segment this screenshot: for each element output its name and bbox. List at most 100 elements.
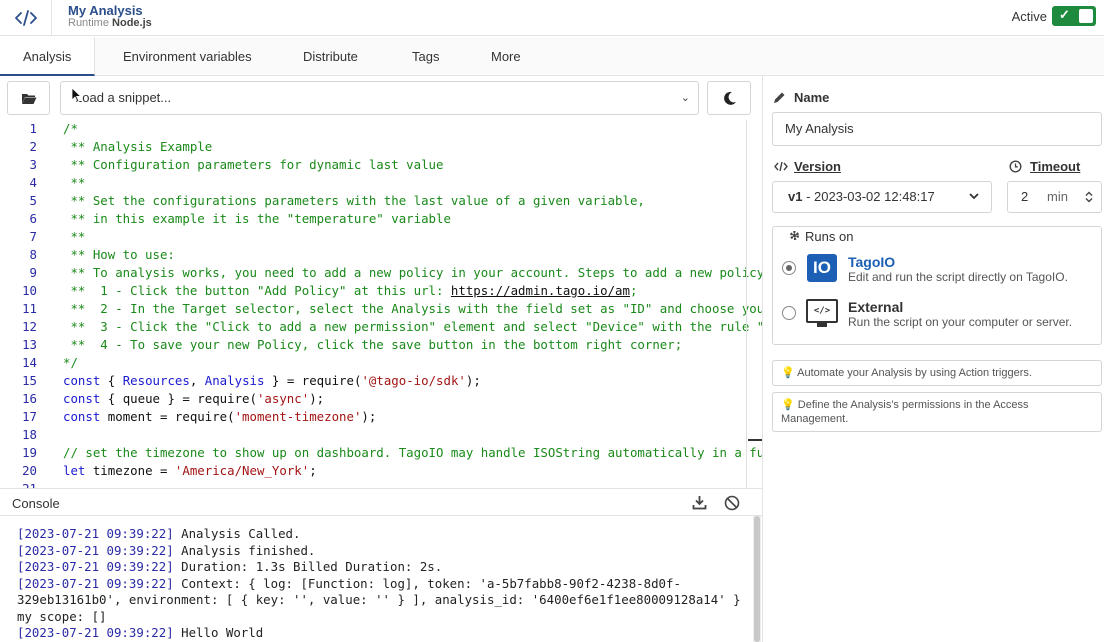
tab-distribute[interactable]: Distribute bbox=[280, 37, 381, 76]
code-line[interactable]: 12 ** 3 - Click the "Click to add a new … bbox=[0, 318, 762, 336]
code-line[interactable]: 9 ** To analysis works, you need to add … bbox=[0, 264, 762, 282]
runtime-label: Runtime bbox=[68, 17, 109, 29]
code-line[interactable]: 16 const { queue } = require('async'); bbox=[0, 390, 762, 408]
code-line[interactable]: 11 ** 2 - In the Target selector, select… bbox=[0, 300, 762, 318]
code-token: let bbox=[63, 463, 86, 478]
code-token: moment = require( bbox=[100, 409, 235, 424]
line-number: 10 bbox=[22, 283, 37, 298]
clock-icon bbox=[1009, 160, 1022, 173]
snippet-select[interactable]: Load a snippet... ⌄ bbox=[60, 81, 699, 115]
code-token: 'async' bbox=[256, 391, 310, 406]
tab-more[interactable]: More bbox=[468, 37, 544, 76]
line-number: 15 bbox=[22, 373, 37, 388]
code-token: ** Set the configurations parameters wit… bbox=[63, 193, 645, 208]
code-token: } = require( bbox=[264, 373, 362, 388]
code-line[interactable]: 6 ** in this example it is the "temperat… bbox=[0, 210, 762, 228]
console-line: [2023-07-21 09:39:22] Duration: 1.3s Bil… bbox=[17, 559, 752, 576]
hint-action-triggers[interactable]: 💡 Automate your Analysis by using Action… bbox=[772, 360, 1102, 386]
option-tagoio-title[interactable]: TagoIO bbox=[848, 254, 895, 270]
radio-external[interactable] bbox=[782, 306, 796, 320]
line-number: 12 bbox=[22, 319, 37, 334]
code-line[interactable]: 3 ** Configuration parameters for dynami… bbox=[0, 156, 762, 174]
code-icon[interactable] bbox=[0, 0, 52, 36]
code-token: ); bbox=[465, 373, 481, 388]
code-line[interactable]: 7 ** bbox=[0, 228, 762, 246]
code-line[interactable]: 1 /* bbox=[0, 120, 762, 138]
code-token[interactable]: https://admin.tago.io/am bbox=[451, 283, 630, 298]
console-line: [2023-07-21 09:39:22] Analysis finished. bbox=[17, 543, 752, 560]
code-token: '@tago-io/sdk' bbox=[361, 373, 466, 388]
code-line[interactable]: 19 // set the timezone to show up on dash… bbox=[0, 444, 762, 462]
app-header: My Analysis Runtime Node.js Active ✓ bbox=[0, 0, 1104, 36]
code-token: ; bbox=[629, 283, 638, 298]
editor-ruler bbox=[746, 120, 747, 488]
download-icon[interactable] bbox=[692, 495, 707, 510]
line-number: 5 bbox=[29, 193, 37, 208]
stepper-icon[interactable] bbox=[1085, 191, 1093, 203]
code-line[interactable]: 21 bbox=[0, 480, 762, 488]
tab-tags[interactable]: Tags bbox=[389, 37, 462, 76]
console-text: 329eb13161b0', environment: [ { key: '',… bbox=[17, 592, 741, 607]
name-label: Name bbox=[794, 90, 830, 105]
code-token: ; bbox=[309, 463, 317, 478]
clear-console-icon[interactable] bbox=[724, 495, 740, 511]
panel-divider[interactable] bbox=[762, 76, 763, 642]
code-line[interactable]: 5 ** Set the configurations parameters w… bbox=[0, 192, 762, 210]
hint-access-management[interactable]: 💡 Define the Analysis's permissions in t… bbox=[772, 392, 1102, 432]
option-external-title[interactable]: External bbox=[848, 299, 903, 315]
code-token: ** 1 - Click the button "Add Policy" at … bbox=[63, 283, 451, 298]
code-line[interactable]: 18 bbox=[0, 426, 762, 444]
code-line[interactable]: 15 const { Resources, Analysis } = requir… bbox=[0, 372, 762, 390]
code-line[interactable]: 4 ** bbox=[0, 174, 762, 192]
code-line[interactable]: 10 ** 1 - Click the button "Add Policy" … bbox=[0, 282, 762, 300]
code-line[interactable]: 8 ** How to use: bbox=[0, 246, 762, 264]
code-token: 'moment-timezone' bbox=[234, 409, 362, 424]
code-token: ** bbox=[63, 175, 86, 190]
code-token: ** 4 - To save your new Policy, click th… bbox=[63, 337, 683, 352]
hint-action-triggers-text: Automate your Analysis by using Action t… bbox=[797, 367, 1032, 379]
name-input[interactable]: My Analysis bbox=[772, 112, 1102, 146]
code-token: Analysis bbox=[204, 373, 265, 388]
code-line[interactable]: 13 ** 4 - To save your new Policy, click… bbox=[0, 336, 762, 354]
active-label: Active bbox=[1011, 9, 1047, 24]
code-token: const bbox=[63, 373, 101, 388]
console-scrollbar[interactable] bbox=[753, 516, 761, 642]
line-number: 3 bbox=[29, 157, 37, 172]
theme-toggle-button[interactable] bbox=[707, 81, 751, 115]
radio-tagoio[interactable] bbox=[782, 261, 796, 275]
code-line[interactable]: 17 const moment = require('moment-timezon… bbox=[0, 408, 762, 426]
code-token: timezone = bbox=[85, 463, 175, 478]
line-number: 1 bbox=[29, 121, 37, 136]
tab-analysis[interactable]: Analysis bbox=[0, 37, 96, 76]
line-number: 21 bbox=[0, 480, 37, 488]
tab-environment-variables[interactable]: Environment variables bbox=[100, 37, 275, 76]
console-text: Analysis finished. bbox=[173, 542, 316, 558]
timeout-label: Timeout bbox=[1030, 159, 1081, 174]
console-title: Console bbox=[12, 496, 60, 511]
code-token: const bbox=[63, 409, 101, 424]
code-token: ); bbox=[309, 391, 325, 406]
code-token: /* bbox=[63, 121, 78, 136]
code-line[interactable]: 14 */ bbox=[0, 354, 762, 372]
console-line: my scope: [] bbox=[17, 609, 752, 626]
version-label: Version bbox=[794, 159, 841, 174]
code-line[interactable]: 20 let timezone = 'America/New_York'; bbox=[0, 462, 762, 480]
console-line: [2023-07-21 09:39:22] Context: { log: [F… bbox=[17, 576, 752, 593]
line-number: 20 bbox=[22, 463, 37, 478]
code-line[interactable]: 2 ** Analysis Example bbox=[0, 138, 762, 156]
tab-bar: Analysis Environment variables Distribut… bbox=[0, 37, 1104, 76]
code-editor[interactable]: 1 /* 2 ** Analysis Example 3 ** Configurati… bbox=[0, 120, 762, 488]
code-token: ** To analysis works, you need to add a … bbox=[63, 265, 762, 280]
toggle-knob bbox=[1079, 9, 1093, 23]
timeout-unit: min bbox=[1047, 189, 1068, 204]
timeout-input[interactable]: 2 min bbox=[1007, 181, 1102, 213]
line-number: 7 bbox=[29, 229, 37, 244]
scrollbar-thumb[interactable] bbox=[754, 516, 760, 642]
active-toggle[interactable]: ✓ bbox=[1052, 6, 1096, 26]
code-token: , bbox=[189, 373, 205, 388]
version-select[interactable]: v1 - 2023-03-02 12:48:17 bbox=[772, 181, 992, 213]
code-token: */ bbox=[63, 355, 78, 370]
code-token: // set the timezone to show up on dashbo… bbox=[63, 445, 762, 460]
check-icon: ✓ bbox=[1059, 7, 1070, 22]
open-folder-button[interactable] bbox=[7, 81, 50, 115]
